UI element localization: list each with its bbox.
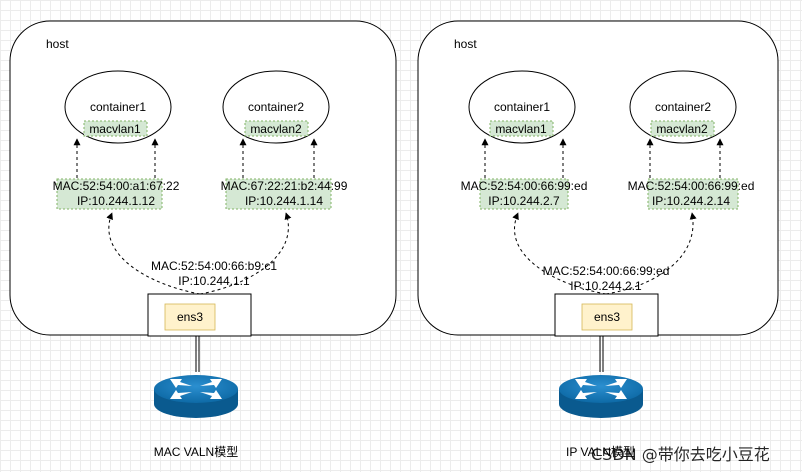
mac-c2-right: MAC:52:54:00:66:99:ed [628, 179, 755, 193]
macvlan1-label-left: macvlan1 [89, 122, 141, 136]
macvlan2-label-left: macvlan2 [250, 122, 302, 136]
container2-name-left: container2 [248, 100, 304, 114]
ip-c2-left: IP:10.244.1.14 [245, 194, 323, 208]
network-diagram: host container1 macvlan1 container2 macv… [9, 20, 779, 464]
router-icon [154, 375, 238, 418]
container1-name-right: container1 [494, 100, 550, 114]
right-panel: host container1 macvlan1 container2 macv… [417, 20, 779, 459]
nic-label-left: ens3 [177, 310, 203, 324]
host-mac-left: MAC:52:54:00:66:b9:c1 [151, 259, 277, 273]
host-mac-right: MAC:52:54:00:66:99:ed [543, 264, 670, 278]
host-ip-left: IP:10.244.1.1 [178, 274, 250, 288]
caption-left: MAC VALN模型 [154, 445, 238, 459]
host-label-right: host [454, 37, 477, 51]
macvlan2-label-right: macvlan2 [656, 122, 708, 136]
router-icon [559, 375, 643, 418]
mac-c2-left: MAC:67:22:21:b2:44:99 [221, 179, 348, 193]
container1-name-left: container1 [90, 100, 146, 114]
host-ip-right: IP:10.244.2.1 [570, 279, 642, 293]
macvlan1-label-right: macvlan1 [495, 122, 547, 136]
container2-name-right: container2 [655, 100, 711, 114]
left-panel: host container1 macvlan1 container2 macv… [9, 20, 397, 459]
ip-c2-right: IP:10.244.2.14 [652, 194, 730, 208]
mac-c1-right: MAC:52:54:00:66:99:ed [461, 179, 588, 193]
ip-c1-right: IP:10.244.2.7 [488, 194, 560, 208]
watermark: CSDN @带你去吃小豆花 [591, 445, 770, 464]
nic-label-right: ens3 [594, 310, 620, 324]
host-label-left: host [46, 37, 69, 51]
ip-c1-left: IP:10.244.1.12 [77, 194, 155, 208]
mac-c1-left: MAC:52:54:00:a1:67:22 [53, 179, 180, 193]
